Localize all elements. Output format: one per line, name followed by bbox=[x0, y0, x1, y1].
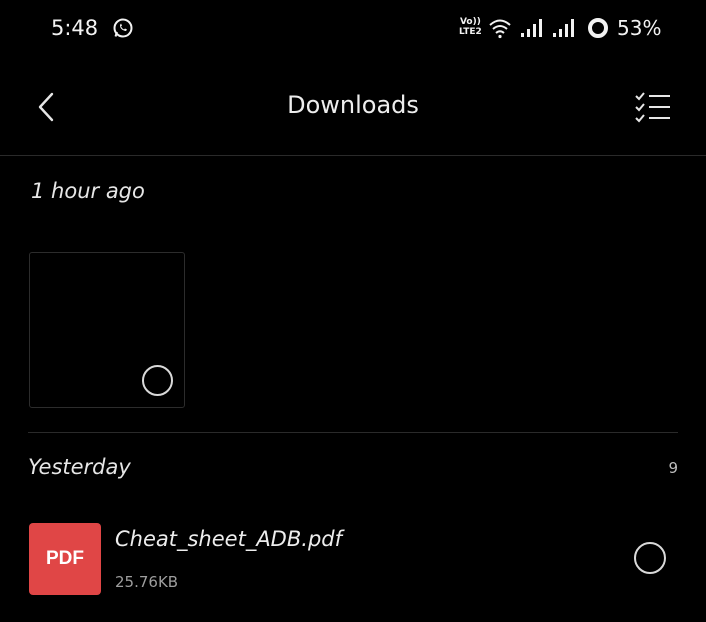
select-checkbox[interactable] bbox=[142, 365, 173, 396]
section-label-yesterday: Yesterday bbox=[28, 455, 131, 479]
signal-icon bbox=[553, 19, 574, 37]
volte-label: Vo)) bbox=[459, 17, 481, 27]
pdf-file-icon: PDF bbox=[29, 523, 101, 595]
select-checkbox[interactable] bbox=[634, 542, 666, 574]
battery-percent: 53% bbox=[617, 16, 662, 40]
file-thumbnail[interactable] bbox=[29, 252, 185, 408]
page-title: Downloads bbox=[287, 91, 419, 119]
section-divider bbox=[28, 432, 678, 433]
select-all-icon[interactable] bbox=[632, 90, 674, 126]
file-row[interactable]: PDF Cheat_sheet_ADB.pdf 25.76KB bbox=[0, 510, 706, 610]
battery-icon bbox=[588, 18, 608, 38]
volte-indicator: Vo)) LTE2 bbox=[459, 17, 482, 37]
file-size: 25.76KB bbox=[115, 573, 179, 591]
app-header: Downloads bbox=[0, 58, 706, 156]
header-divider bbox=[0, 155, 706, 156]
wifi-icon bbox=[489, 19, 511, 39]
downloads-screen: 5:48 Vo)) LTE2 53% Downloads 1 hour ago … bbox=[0, 0, 706, 622]
pdf-icon-label: PDF bbox=[46, 548, 84, 569]
signal-icon bbox=[521, 19, 542, 37]
lte-label: LTE2 bbox=[459, 27, 482, 37]
section-count: 9 bbox=[668, 459, 678, 477]
file-name: Cheat_sheet_ADB.pdf bbox=[115, 527, 342, 551]
section-label-1-hour-ago: 1 hour ago bbox=[31, 179, 145, 203]
status-bar: 5:48 Vo)) LTE2 53% bbox=[0, 0, 706, 58]
whatsapp-icon bbox=[113, 18, 133, 38]
status-time: 5:48 bbox=[51, 16, 99, 40]
